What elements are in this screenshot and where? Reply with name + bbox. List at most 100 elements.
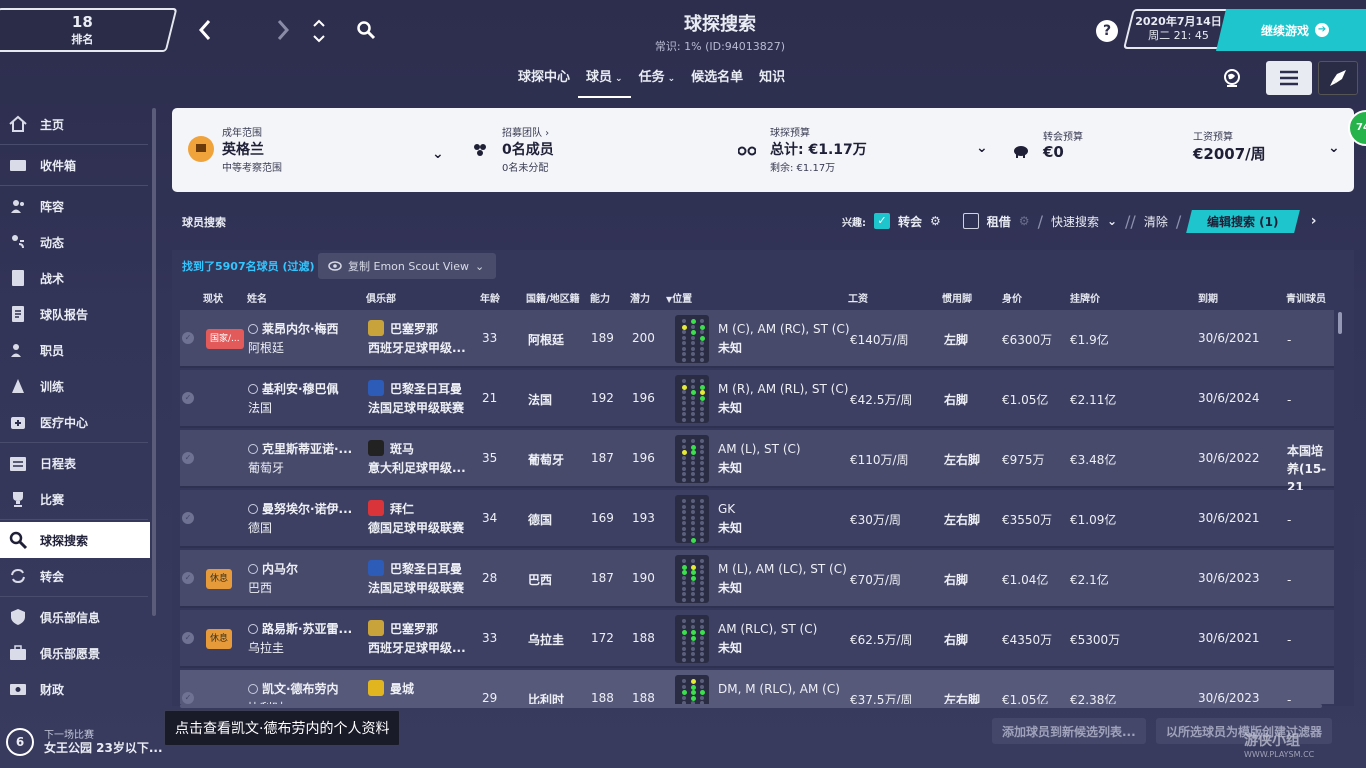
contract-expiry: 30/6/2024: [1198, 391, 1260, 405]
club-crest-icon: [368, 560, 384, 576]
market-value: €4350万: [1002, 633, 1053, 647]
nationality[interactable]: 葡萄牙: [528, 451, 564, 468]
preferred-foot: 右脚: [944, 393, 969, 407]
position-note: 未知: [718, 521, 743, 535]
player-nation-line: 法国: [248, 401, 273, 415]
contract-expiry: 30/6/2021: [1198, 631, 1260, 645]
club-crest-icon: [368, 680, 384, 696]
current-ability: 187: [591, 451, 614, 465]
contract-expiry: 30/6/2023: [1198, 571, 1260, 585]
club-cell[interactable]: 巴塞罗那西班牙足球甲级...: [368, 320, 466, 358]
watermark-text: 游侠小组: [1244, 733, 1300, 749]
row-check-icon[interactable]: ✓: [182, 452, 194, 464]
position-pitch-icon: [675, 555, 709, 603]
person-icon: [248, 504, 258, 514]
watermark-url: WWW.PLAYSM.CC: [1244, 750, 1315, 759]
club-cell[interactable]: 巴黎圣日耳曼 法国足球甲级联赛: [368, 560, 464, 598]
age: 21: [482, 391, 498, 405]
watermark: 游侠小组 WWW.PLAYSM.CC: [1244, 730, 1314, 759]
table-horizontal-scrollbar[interactable]: [180, 704, 1322, 708]
player-name: 莱昂内尔·梅西: [262, 322, 339, 336]
next-match[interactable]: 6 下一场比赛 女王公园 23岁以下...: [0, 718, 165, 768]
player-name-cell[interactable]: 基利安·穆巴佩 法国: [248, 380, 339, 418]
position-pitch-icon: [675, 495, 709, 543]
person-icon: [248, 684, 258, 694]
row-check-icon[interactable]: ✓: [182, 512, 194, 524]
contract-expiry: 30/6/2021: [1198, 331, 1260, 345]
asking-price: €2.1亿: [1070, 573, 1109, 587]
position-text: M (L), AM (LC), ST (C): [718, 562, 847, 576]
position-text: DM, M (RLC), AM (C): [718, 682, 840, 696]
wage: €140万/周: [850, 333, 909, 347]
asking-price: €1.09亿: [1070, 513, 1117, 527]
club-crest-icon: [368, 320, 384, 336]
potential-ability: 196: [632, 451, 655, 465]
player-nation-line: 葡萄牙: [248, 461, 285, 475]
current-ability: 189: [591, 331, 614, 345]
person-icon: [248, 444, 258, 454]
age: 35: [482, 451, 498, 465]
homegrown-status: 本国培养(15-21: [1287, 444, 1327, 494]
potential-ability: 200: [632, 331, 655, 345]
club-name: 巴塞罗那: [390, 622, 439, 636]
player-name-cell[interactable]: 曼努埃尔·诺伊... 德国: [248, 500, 352, 538]
position-cell: M (L), AM (LC), ST (C) 未知: [718, 560, 847, 598]
asking-price: €2.11亿: [1070, 393, 1117, 407]
league-name: 西班牙足球甲级...: [368, 341, 466, 355]
position-pitch-icon: [675, 315, 709, 363]
player-name: 曼努埃尔·诺伊...: [262, 502, 353, 516]
position-cell: M (C), AM (RC), ST (C) 未知: [718, 320, 850, 358]
nationality[interactable]: 德国: [528, 511, 552, 528]
player-name: 内马尔: [262, 562, 299, 576]
homegrown-status: -: [1287, 633, 1292, 647]
age: 28: [482, 571, 498, 585]
club-cell[interactable]: 巴塞罗那 西班牙足球甲级...: [368, 620, 466, 658]
table-row[interactable]: ✓ 曼努埃尔·诺伊... 德国 拜仁 德国足球甲级联赛 34 德国 169 193 GK 未知 €30…: [180, 490, 1334, 548]
status-badge: 休息: [206, 569, 233, 589]
row-check-icon[interactable]: ✓: [182, 392, 194, 404]
table-row[interactable]: ✓ 国家/... 莱昂内尔·梅西 阿根廷 巴塞罗那 西班牙足球甲级... 33 阿根廷 189 2…: [180, 310, 1334, 368]
position-text: GK: [718, 502, 736, 516]
player-name-cell[interactable]: 莱昂内尔·梅西 阿根廷: [248, 320, 339, 358]
row-check-icon[interactable]: ✓: [182, 332, 194, 344]
add-to-shortlist-button[interactable]: 添加球员到新候选列表...: [992, 718, 1146, 744]
club-cell[interactable]: 曼城: [368, 680, 414, 699]
club-cell[interactable]: 斑马 意大利足球甲级...: [368, 440, 466, 478]
club-cell[interactable]: 拜仁 德国足球甲级联赛: [368, 500, 464, 538]
row-check-icon[interactable]: ✓: [182, 572, 194, 584]
nationality[interactable]: 巴西: [528, 571, 552, 588]
table-body: ✓ 国家/... 莱昂内尔·梅西 阿根廷 巴塞罗那 西班牙足球甲级... 33 阿根廷 189 2…: [0, 0, 1366, 705]
table-row[interactable]: ✓ 克里斯蒂亚诺·... 葡萄牙 斑马 意大利足球甲级... 35 葡萄牙 187 196 AM …: [180, 430, 1334, 494]
market-value: €1.04亿: [1002, 573, 1049, 587]
position-note: 未知: [718, 581, 743, 595]
position-cell: GK 未知: [718, 500, 742, 538]
row-check-icon[interactable]: ✓: [182, 692, 194, 704]
market-value: €3550万: [1002, 513, 1053, 527]
table-row[interactable]: ✓ 基利安·穆巴佩 法国 巴黎圣日耳曼 法国足球甲级联赛 21 法国 192 196 M (R),…: [180, 370, 1334, 428]
current-ability: 172: [591, 631, 614, 645]
potential-ability: 196: [632, 391, 655, 405]
current-ability: 187: [591, 571, 614, 585]
club-cell[interactable]: 巴黎圣日耳曼 法国足球甲级联赛: [368, 380, 464, 418]
age: 29: [482, 691, 498, 705]
next-match-text: 女王公园 23岁以下...: [44, 741, 163, 755]
market-value: €1.05亿: [1002, 393, 1049, 407]
nationality[interactable]: 阿根廷: [528, 331, 564, 348]
row-check-icon[interactable]: ✓: [182, 632, 194, 644]
club-name: 巴塞罗那: [390, 322, 439, 336]
position-note: 未知: [718, 641, 743, 655]
nationality[interactable]: 乌拉圭: [528, 631, 564, 648]
preferred-foot: 左右脚: [944, 453, 981, 467]
player-name-cell[interactable]: 路易斯·苏亚雷... 乌拉圭: [248, 620, 352, 658]
player-name-cell[interactable]: 内马尔 巴西: [248, 560, 298, 598]
table-row[interactable]: ✓ 休息 路易斯·苏亚雷... 乌拉圭 巴塞罗那 西班牙足球甲级... 33 乌拉圭 172 18…: [180, 610, 1334, 668]
position-text: AM (L), ST (C): [718, 442, 801, 456]
table-scrollbar[interactable]: [1338, 312, 1342, 334]
table-row[interactable]: ✓ 休息 内马尔 巴西 巴黎圣日耳曼 法国足球甲级联赛 28 巴西 187 190 M (L), A…: [180, 550, 1334, 608]
homegrown-status: -: [1287, 333, 1292, 347]
nationality[interactable]: 法国: [528, 391, 552, 408]
market-value: €975万: [1002, 453, 1045, 467]
position-cell: AM (L), ST (C) 未知: [718, 440, 801, 478]
player-name-cell[interactable]: 克里斯蒂亚诺·... 葡萄牙: [248, 440, 352, 478]
position-text: M (R), AM (RL), ST (C): [718, 382, 849, 396]
